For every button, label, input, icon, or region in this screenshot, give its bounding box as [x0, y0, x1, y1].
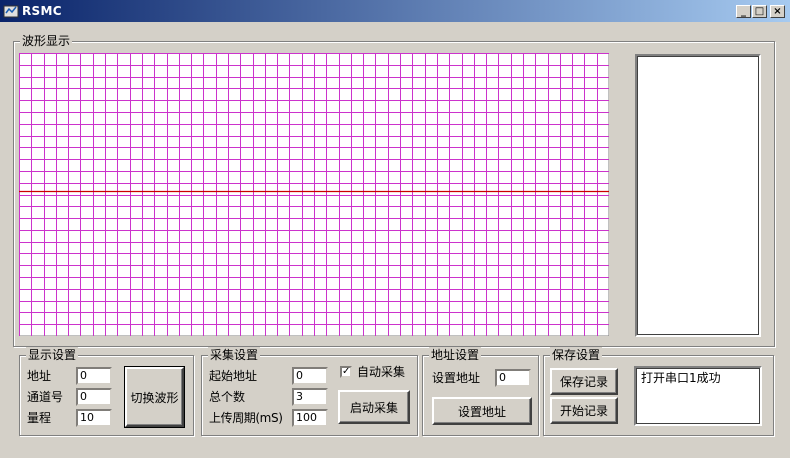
address-label: 地址: [27, 369, 52, 383]
channel-label: 通道号: [27, 390, 64, 404]
channel-field[interactable]: 0: [76, 388, 112, 406]
window-title: RSMC: [22, 4, 62, 18]
data-list[interactable]: [635, 54, 761, 337]
acquisition-settings-label: 采集设置: [208, 347, 261, 363]
upload-period-field[interactable]: 100: [292, 409, 328, 427]
auto-collect-checkbox[interactable]: ✓: [340, 366, 352, 378]
switch-waveform-button[interactable]: 切换波形: [124, 366, 185, 428]
save-settings-label: 保存设置: [550, 347, 603, 363]
start-address-label: 起始地址: [209, 369, 258, 383]
title-bar: RSMC _ □ ×: [0, 0, 790, 22]
total-count-field[interactable]: 3: [292, 388, 328, 406]
set-address-field[interactable]: 0: [495, 369, 531, 387]
minimize-button[interactable]: _: [736, 5, 751, 18]
app-icon: [3, 5, 19, 18]
upload-period-label: 上传周期(mS): [209, 411, 283, 425]
maximize-button[interactable]: □: [752, 5, 767, 18]
address-field[interactable]: 0: [76, 367, 112, 385]
set-address-label: 设置地址: [432, 371, 481, 385]
display-settings-label: 显示设置: [26, 347, 79, 363]
address-settings-label: 地址设置: [429, 347, 482, 363]
status-log[interactable]: 打开串口1成功: [634, 366, 762, 426]
range-field[interactable]: 10: [76, 409, 112, 427]
auto-collect-label: 自动采集: [357, 365, 406, 379]
save-record-button[interactable]: 保存记录: [550, 368, 618, 395]
range-label: 量程: [27, 411, 52, 425]
waveform-grid: [19, 53, 609, 336]
start-record-button[interactable]: 开始记录: [550, 397, 618, 424]
start-address-field[interactable]: 0: [292, 367, 328, 385]
close-button[interactable]: ×: [770, 5, 785, 18]
start-collect-button[interactable]: 启动采集: [338, 390, 410, 424]
set-address-button[interactable]: 设置地址: [432, 397, 532, 425]
total-count-label: 总个数: [209, 390, 246, 404]
waveform-group-label: 波形显示: [20, 33, 73, 49]
